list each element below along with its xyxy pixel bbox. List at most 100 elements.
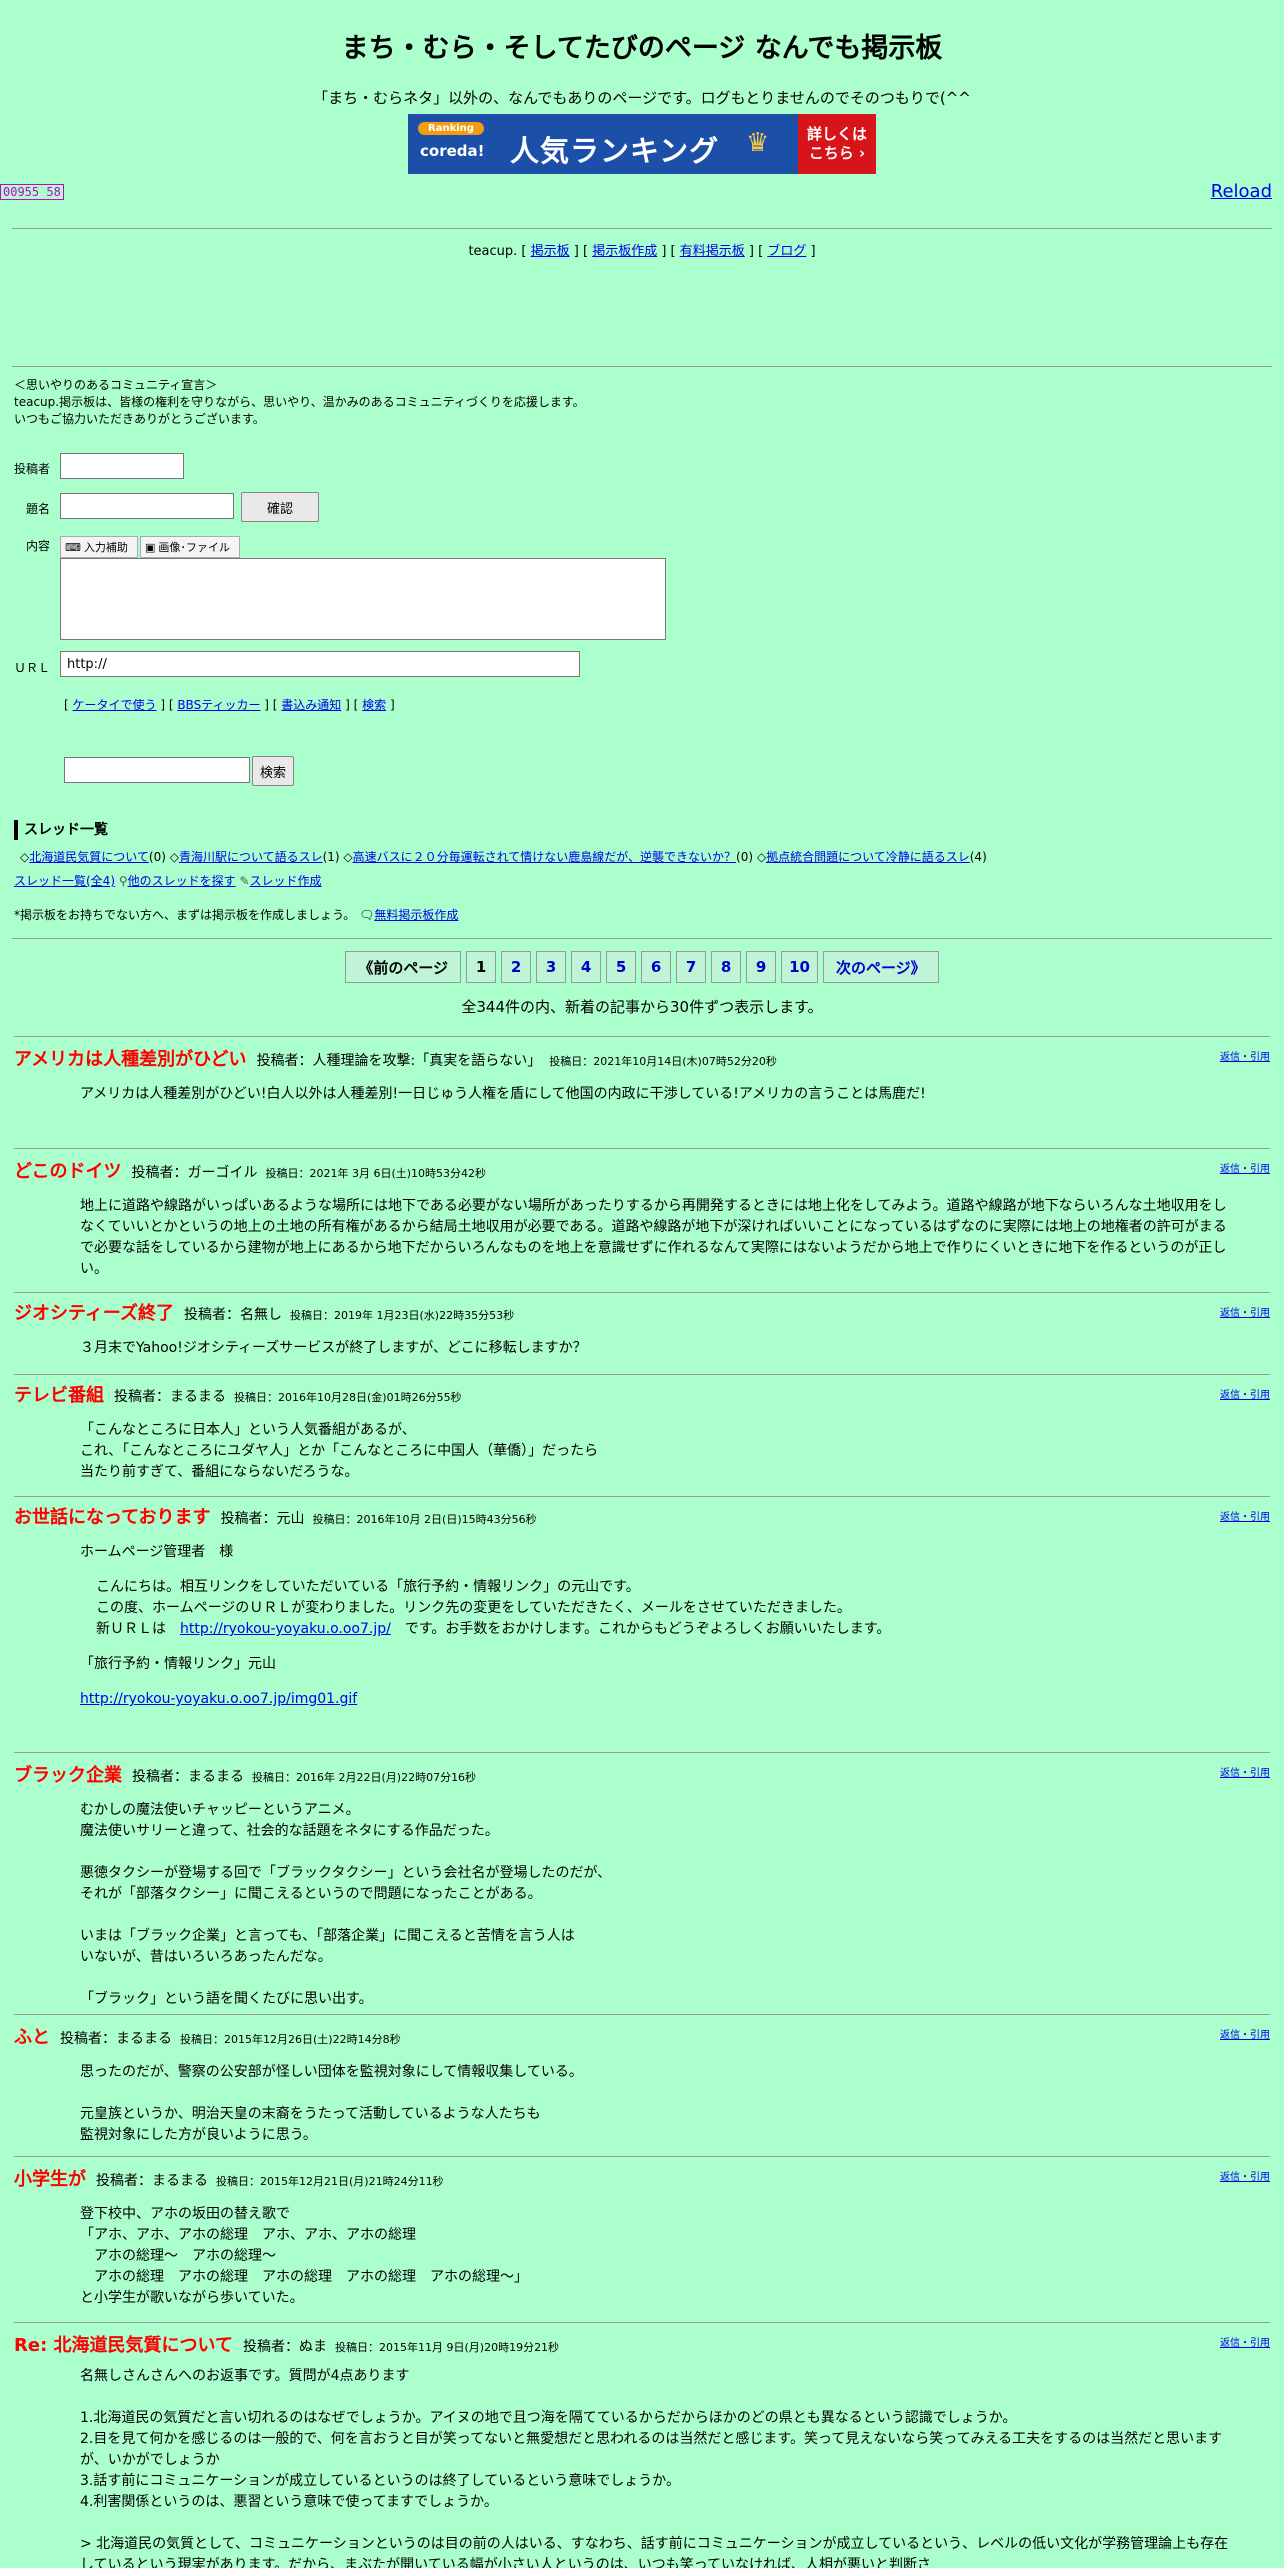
prev-page-button[interactable]: 《前のページ xyxy=(345,951,462,983)
teacup-link-create[interactable]: 掲示板作成 xyxy=(592,244,657,259)
thread-actions: スレッド一覧(全4) ⚲他のスレッドを探す ✎スレッド作成 xyxy=(14,872,322,889)
keyboard-icon: ⌨ xyxy=(65,540,81,554)
divider xyxy=(14,1148,1270,1149)
divider xyxy=(14,2014,1270,2015)
post-header: アメリカは人種差別がひどい 投稿者：人種理論を攻撃:「真実を語らない」 投稿日：20… xyxy=(14,1036,1270,1072)
teacup-nav: teacup. [ 掲示板 ] [ 掲示板作成 ] [ 有料掲示板 ] [ ブロ… xyxy=(468,244,816,259)
input-assist-button[interactable]: ⌨ 入力補助 xyxy=(60,536,138,558)
reply-link[interactable]: 返信・引用 xyxy=(1220,1304,1270,1319)
post-author: 投稿者：まるまる xyxy=(60,2031,172,2047)
thread-item[interactable]: 拠点統合問題について冷静に語るスレ xyxy=(766,850,970,864)
post-text: です。お手数をおかけします。これからもどうぞよろしくお願いいたします。 xyxy=(390,1621,891,1637)
total-count: 全344件の内、新着の記事から30件ずつ表示します。 xyxy=(461,998,823,1016)
subject-input[interactable] xyxy=(60,493,234,519)
post-date: 投稿日：2015年12月21日(月)21時24分11秒 xyxy=(216,2175,444,2188)
post-header: お世話になっております 投稿者：元山 投稿日：2016年10月 2日(日)15時43… xyxy=(14,1496,1270,1530)
post-url-link[interactable]: http://ryokou-yoyaku.o.oo7.jp/ xyxy=(180,1621,391,1637)
reply-link[interactable]: 返信・引用 xyxy=(1220,1508,1270,1523)
crown-icon: ♛ xyxy=(746,128,770,158)
find-thread-link[interactable]: 他のスレッドを探す xyxy=(128,874,236,888)
post: 返信・引用 ふと 投稿者：まるまる 投稿日：2015年12月26日(土)22時14分… xyxy=(14,2014,1270,2156)
author-input[interactable] xyxy=(60,453,184,479)
banner-left[interactable]: Ranking coreda! 人気ランキング ♛ xyxy=(408,114,798,174)
content-textarea[interactable] xyxy=(60,558,666,640)
create-thread-link[interactable]: スレッド作成 xyxy=(250,874,322,888)
reply-link[interactable]: 返信・引用 xyxy=(1220,1160,1270,1175)
teacup-link-paid[interactable]: 有料掲示板 xyxy=(680,244,745,259)
post-body: ３月末でYahoo!ジオシティーズサービスが終了しますが、どこに移転しますか？ xyxy=(80,1340,587,1356)
divider xyxy=(12,228,1272,229)
page-2[interactable]: 2 xyxy=(501,951,532,983)
post: 返信・引用 テレビ番組 投稿者：まるまる 投稿日：2016年10月28日(金)01時… xyxy=(14,1374,1270,1496)
thread-item[interactable]: 青海川駅について語るスレ xyxy=(179,850,323,864)
page-3[interactable]: 3 xyxy=(536,951,567,983)
post-line: 「旅行予約・情報リンク」元山 xyxy=(80,1656,276,1672)
mobile-link[interactable]: ケータイで使う xyxy=(73,698,157,712)
url-label: ＵＲＬ xyxy=(14,661,51,675)
page-subtitle: 「まち・むらネタ」以外の、なんでもありのページです。ログもとりませんのでそのつも… xyxy=(313,89,971,107)
post-author: 投稿者：ぬま xyxy=(243,2339,327,2355)
reply-link[interactable]: 返信・引用 xyxy=(1220,2168,1270,2183)
free-bbs-create-link[interactable]: 無料掲示板作成 xyxy=(374,908,458,922)
post-title: テレビ番組 xyxy=(14,1385,104,1406)
page-title: まち・むら・そしてたびのページ なんでも掲示板 xyxy=(341,33,943,64)
image-file-label: 画像･ファイル xyxy=(158,541,230,554)
search-link[interactable]: 検索 xyxy=(362,698,386,712)
divider xyxy=(14,1374,1270,1375)
divider xyxy=(14,1036,1270,1037)
page-10[interactable]: 10 xyxy=(781,951,818,983)
url-input[interactable] xyxy=(60,651,580,677)
reply-link[interactable]: 返信・引用 xyxy=(1220,1764,1270,1779)
teacup-link-blog[interactable]: ブログ xyxy=(767,244,806,259)
declaration-body: teacup.掲示板は、皆様の権利を守りながら、思いやり、温かみのあるコミュニテ… xyxy=(14,395,585,409)
banner-detail-button[interactable]: 詳しくは こちら › xyxy=(798,114,876,174)
thread-item[interactable]: 高速バスに２０分毎運転されて情けない鹿島線だが、逆襲できないか？ xyxy=(353,850,736,864)
reload-link[interactable]: Reload xyxy=(1211,181,1272,202)
post-body: 「こんなところに日本人」という人気番組があるが、 これ、「こんなところにユダヤ人… xyxy=(80,1422,599,1480)
confirm-button[interactable]: 確認 xyxy=(241,492,319,522)
bbs-note-text: *掲示板をお持ちでない方へ、まずは掲示板を作成しましょう。 xyxy=(14,908,356,922)
post-header: どこのドイツ 投稿者：ガーゴイル 投稿日：2021年 3月 6日(土)10時53分4… xyxy=(14,1148,1270,1184)
reply-link[interactable]: 返信・引用 xyxy=(1220,2026,1270,2041)
reply-link[interactable]: 返信・引用 xyxy=(1220,2334,1270,2349)
content-label: 内容 xyxy=(26,539,51,553)
post-body: 地上に道路や線路がいっぱいあるような場所には地下である必要がない場所があったりす… xyxy=(80,1198,1227,1277)
reply-link[interactable]: 返信・引用 xyxy=(1220,1048,1270,1063)
bbs-ticker-link[interactable]: BBSティッカー xyxy=(177,698,260,712)
post-text: 新ＵＲＬは xyxy=(96,1621,180,1637)
image-icon: ▣ xyxy=(145,540,156,554)
ranking-banner[interactable]: Ranking coreda! 人気ランキング ♛ 詳しくは こちら › xyxy=(408,114,876,174)
post-title: Re: 北海道民気質について xyxy=(14,2335,233,2356)
community-declaration: ＜思いやりのあるコミュニティ宣言＞ teacup.掲示板は、皆様の権利を守りなが… xyxy=(14,377,585,428)
post-date: 投稿日：2016年10月 2日(日)15時43分56秒 xyxy=(312,1513,537,1526)
page-8[interactable]: 8 xyxy=(711,951,742,983)
post-body: 思ったのだが、警察の公安部が怪しい団体を監視対象にして情報収集している。 元皇族… xyxy=(80,2064,583,2143)
post-notify-link[interactable]: 書込み通知 xyxy=(281,698,341,712)
search-icon: ⚲ xyxy=(118,874,128,888)
page-9[interactable]: 9 xyxy=(746,951,777,983)
form-links: [ ケータイで使う ] [ BBSティッカー ] [ 書込み通知 ] [ 検索 … xyxy=(64,698,395,712)
page-6[interactable]: 6 xyxy=(641,951,672,983)
post-date: 投稿日：2015年12月26日(土)22時14分8秒 xyxy=(180,2033,401,2046)
post-image-link[interactable]: http://ryokou-yoyaku.o.oo7.jp/img01.gif xyxy=(80,1691,357,1707)
post-line: ホームページ管理者 様 xyxy=(80,1544,234,1560)
teacup-link-bbs[interactable]: 掲示板 xyxy=(531,244,570,259)
post-title: アメリカは人種差別がひどい xyxy=(14,1049,247,1070)
all-threads-link[interactable]: スレッド一覧(全4) xyxy=(14,874,115,888)
divider xyxy=(14,1292,1270,1293)
image-file-button[interactable]: ▣ 画像･ファイル xyxy=(140,536,240,558)
search-button[interactable]: 検索 xyxy=(252,756,294,786)
post: 返信・引用 Re: 北海道民気質について 投稿者：ぬま 投稿日：2015年11月 9… xyxy=(14,2322,1270,2568)
post-line: この度、ホームページのＵＲＬが変わりました。リンク先の変更をしていただきたく、メ… xyxy=(96,1600,851,1616)
thread-item[interactable]: 北海道民気質について xyxy=(29,850,149,864)
post-date: 投稿日：2016年 2月22日(月)22時07分16秒 xyxy=(252,1771,477,1784)
page-1[interactable]: 1 xyxy=(466,951,497,983)
pager: 《前のページ 1 2 3 4 5 6 7 8 9 10 次のページ》 xyxy=(0,951,1284,983)
search-input[interactable] xyxy=(64,757,250,783)
post-line: http://ryokou-yoyaku.o.oo7.jp/img01.gif xyxy=(80,1689,1270,1710)
page-5[interactable]: 5 xyxy=(606,951,637,983)
next-page-button[interactable]: 次のページ》 xyxy=(822,951,939,983)
reply-link[interactable]: 返信・引用 xyxy=(1220,1386,1270,1401)
page-4[interactable]: 4 xyxy=(571,951,602,983)
page-7[interactable]: 7 xyxy=(676,951,707,983)
